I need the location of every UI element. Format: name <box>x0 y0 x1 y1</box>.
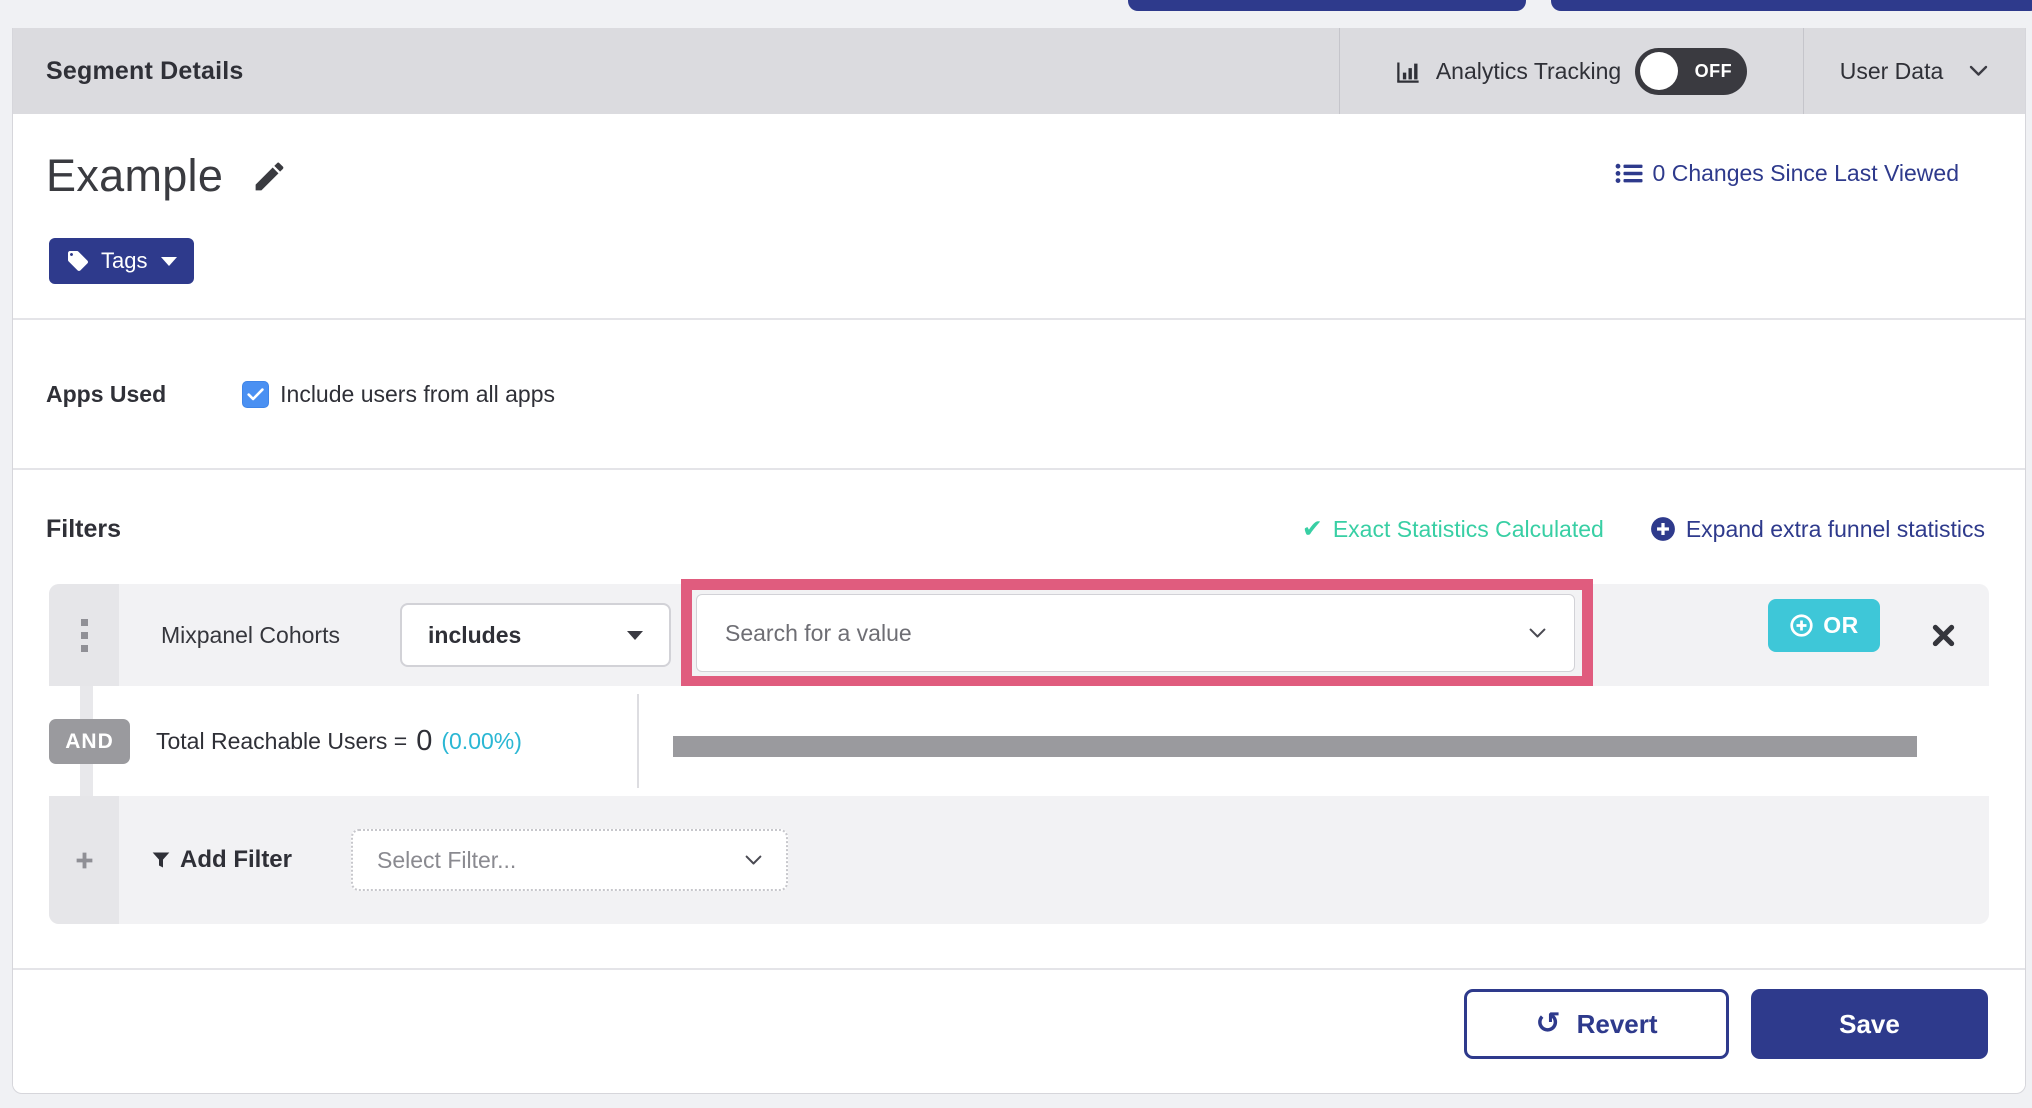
chevron-down-icon <box>1969 65 1988 77</box>
remove-filter-button[interactable] <box>1930 584 1957 686</box>
chevron-down-icon <box>1529 628 1546 639</box>
plus-circle-icon <box>1650 516 1676 542</box>
drag-handle[interactable] <box>49 584 119 686</box>
reachable-users-text: Total Reachable Users = 0 (0.00%) <box>156 686 522 796</box>
user-data-dropdown[interactable]: User Data <box>1803 28 2025 114</box>
revert-label: Revert <box>1576 1008 1658 1039</box>
revert-icon: ↺ <box>1535 1006 1561 1041</box>
add-filter-row: Add Filter Select Filter... <box>49 796 1989 924</box>
filters-heading: Filters <box>46 514 122 543</box>
and-badge: AND <box>49 719 130 764</box>
analytics-tracking-section: Analytics Tracking OFF <box>1339 28 1803 114</box>
or-label: OR <box>1823 612 1859 638</box>
caret-down-icon <box>161 256 178 266</box>
apps-used-section: Apps Used Include users from all apps <box>13 320 2025 470</box>
tag-icon <box>66 249 90 273</box>
tags-button[interactable]: Tags <box>49 238 195 284</box>
add-filter-label-group: Add Filter <box>151 846 292 874</box>
expand-funnel-statistics-link[interactable]: Expand extra funnel statistics <box>1650 516 1985 543</box>
plus-circle-outline-icon <box>1789 613 1814 638</box>
analytics-tracking-toggle[interactable]: OFF <box>1635 47 1748 95</box>
check-icon: ✔ <box>1301 515 1323 543</box>
funnel-icon <box>151 850 171 870</box>
filter-group: Mixpanel Cohorts includes Search for a v… <box>49 579 1989 924</box>
topbar: Segment Details Analytics Tracking OFF U… <box>13 28 2025 114</box>
chevron-down-icon <box>745 855 762 866</box>
reachable-label: Total Reachable Users = <box>156 727 408 754</box>
grip-dots-icon <box>80 618 88 652</box>
checkmark-icon <box>247 387 264 400</box>
analytics-tracking-label: Analytics Tracking <box>1435 57 1622 84</box>
add-or-button[interactable]: OR <box>1768 599 1880 652</box>
edit-pencil-icon[interactable] <box>251 158 288 195</box>
exact-statistics-status: ✔ Exact Statistics Calculated <box>1302 514 1604 544</box>
operator-select[interactable]: includes <box>400 603 671 667</box>
top-button-partial-right[interactable] <box>1551 0 2032 11</box>
revert-button[interactable]: ↺ Revert <box>1464 989 1729 1059</box>
caret-down-icon <box>627 630 643 640</box>
reachable-progress-bar <box>673 736 1917 757</box>
filters-section: Filters ✔ Exact Statistics Calculated Ex… <box>13 470 2025 970</box>
tags-label: Tags <box>101 248 148 273</box>
page-title: Segment Details <box>46 56 244 85</box>
segment-name-section: Example Tags 0 Changes Since Last Viewed <box>13 114 2025 320</box>
highlight-annotation: Search for a value <box>681 579 1593 687</box>
expand-link-label: Expand extra funnel statistics <box>1685 515 1985 542</box>
reachable-percent: (0.00%) <box>441 727 522 754</box>
reachable-users-row: AND Total Reachable Users = 0 (0.00%) <box>49 686 1989 796</box>
operator-value: includes <box>428 621 522 648</box>
segment-name: Example <box>46 150 224 201</box>
segment-details-panel: Segment Details Analytics Tracking OFF U… <box>12 28 2026 1094</box>
exact-statistics-label: Exact Statistics Calculated <box>1332 515 1604 542</box>
bar-chart-icon <box>1395 58 1422 85</box>
value-placeholder: Search for a value <box>725 619 912 646</box>
add-filter-label: Add Filter <box>180 846 292 873</box>
include-all-apps-checkbox[interactable] <box>242 380 270 408</box>
apps-used-label: Apps Used <box>46 380 167 407</box>
changes-since-last-viewed-link[interactable]: 0 Changes Since Last Viewed <box>1615 160 1959 187</box>
value-search-select[interactable]: Search for a value <box>696 594 1575 672</box>
select-filter-placeholder: Select Filter... <box>377 846 517 873</box>
top-button-partial-left[interactable] <box>1128 0 1526 11</box>
include-all-apps-label: Include users from all apps <box>280 380 555 407</box>
filter-field-label: Mixpanel Cohorts <box>161 621 340 648</box>
close-icon <box>1932 624 1955 646</box>
filter-row: Mixpanel Cohorts includes Search for a v… <box>49 579 1989 687</box>
plus-icon <box>76 852 92 868</box>
changes-link-label: 0 Changes Since Last Viewed <box>1652 160 1959 186</box>
add-row-button[interactable] <box>49 796 119 924</box>
change-list-icon <box>1615 161 1643 186</box>
select-filter-dropdown[interactable]: Select Filter... <box>351 829 788 891</box>
footer-actions: ↺ Revert Save <box>13 970 2025 1086</box>
save-button[interactable]: Save <box>1751 989 1988 1059</box>
toggle-knob <box>1640 51 1679 90</box>
reachable-value: 0 <box>416 724 433 757</box>
toggle-state-label: OFF <box>1694 60 1733 81</box>
user-data-label: User Data <box>1839 57 1944 84</box>
vertical-divider <box>637 694 639 788</box>
